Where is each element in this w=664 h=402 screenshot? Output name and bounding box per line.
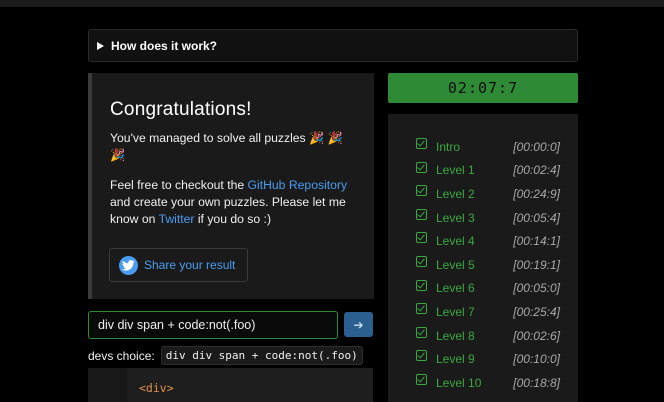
check-square-icon: [416, 161, 427, 173]
devs-choice-label: devs choice:: [88, 348, 155, 363]
twitter-icon: [119, 255, 138, 275]
share-result-label: Share your result: [144, 258, 236, 272]
level-item[interactable]: Level 7 [00:25:4]: [388, 300, 578, 324]
level-item[interactable]: Level 10 [00:18:8]: [388, 371, 578, 395]
level-time: [00:02:4]: [513, 163, 560, 178]
check-square-icon: [416, 303, 427, 315]
level-name: Intro: [436, 139, 461, 154]
level-name: Level 4: [436, 234, 475, 249]
level-time: [00:05:0]: [513, 281, 560, 296]
level-item[interactable]: Level 4 [00:14:1]: [388, 229, 578, 253]
level-time: [00:05:4]: [513, 210, 560, 225]
submit-button[interactable]: ➔: [344, 312, 373, 337]
devs-choice: devs choice: div div span + code:not(.fo…: [88, 346, 363, 365]
congratulations-card: Congratulations! You've managed to solve…: [88, 73, 374, 299]
check-square-icon: [416, 326, 427, 338]
level-time: [00:24:9]: [513, 186, 560, 201]
level-name: Level 6: [436, 281, 475, 296]
check-square-icon: [416, 138, 427, 149]
level-item[interactable]: Level 5 [00:19:1]: [388, 253, 578, 277]
card-title: Congratulations!: [110, 99, 252, 120]
code-line: <div>: [139, 381, 174, 395]
arrow-right-icon: ➔: [353, 317, 364, 332]
level-item[interactable]: Level 1 [00:02:4]: [388, 159, 578, 183]
level-name: Level 9: [436, 352, 475, 367]
twitter-link[interactable]: Twitter: [159, 212, 195, 226]
triangle-right-icon: [97, 41, 104, 50]
how-it-works-toggle[interactable]: How does it work?: [88, 29, 578, 62]
check-square-icon: [416, 232, 427, 244]
share-result-button[interactable]: Share your result: [109, 248, 248, 282]
level-item[interactable]: Level 2 [00:24:9]: [388, 182, 578, 206]
free-text-end: if you do so :): [194, 212, 271, 226]
top-bar: [0, 0, 664, 7]
level-time: [00:14:1]: [513, 234, 560, 249]
level-name: Level 5: [436, 257, 475, 272]
level-time: [00:10:0]: [513, 352, 560, 367]
devs-choice-code: div div span + code:not(.foo): [160, 346, 363, 365]
selector-input[interactable]: div div span + code:not(.foo): [88, 311, 338, 339]
check-square-icon: [416, 255, 427, 267]
timer: 02:07:7: [388, 73, 578, 103]
level-time: [00:00:0]: [513, 139, 560, 154]
level-item[interactable]: Level 8 [00:02:6]: [388, 324, 578, 348]
check-square-icon: [416, 208, 427, 220]
check-square-icon: [416, 279, 427, 291]
level-name: Level 8: [436, 328, 475, 343]
level-time: [00:19:1]: [513, 257, 560, 272]
how-it-works-label: How does it work?: [111, 38, 218, 53]
free-text: Feel free to checkout the GitHub Reposit…: [110, 177, 356, 228]
check-square-icon: [416, 185, 427, 197]
level-name: Level 3: [436, 210, 475, 225]
level-name: Level 7: [436, 304, 475, 319]
level-list: Intro [00:00:0] Level 1 [00:02:4] Level 2 [00…: [388, 114, 578, 402]
level-time: [00:25:4]: [513, 304, 560, 319]
level-name: Level 1: [436, 163, 475, 178]
solved-text: You've managed to solve all puzzles 🎉 🎉 …: [110, 131, 343, 162]
level-name: Level 2: [436, 186, 475, 201]
level-time: [00:18:8]: [513, 375, 560, 390]
level-item[interactable]: Level 9 [00:10:0]: [388, 347, 578, 371]
free-text-start: Feel free to checkout the: [110, 178, 248, 192]
check-square-icon: [416, 373, 427, 385]
github-repo-link[interactable]: GitHub Repository: [248, 178, 348, 192]
editor-gutter: [88, 368, 127, 402]
level-item[interactable]: Intro [00:00:0]: [388, 135, 578, 159]
check-square-icon: [416, 350, 427, 362]
level-item[interactable]: Level 3 [00:05:4]: [388, 206, 578, 230]
level-item[interactable]: Level 6 [00:05:0]: [388, 277, 578, 301]
level-name: Level 10: [436, 375, 482, 390]
code-editor: <div>: [88, 368, 373, 402]
level-time: [00:02:6]: [513, 328, 560, 343]
